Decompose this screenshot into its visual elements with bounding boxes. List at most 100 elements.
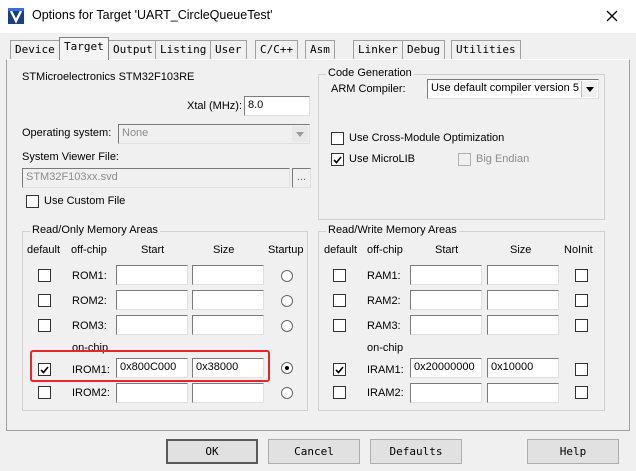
svd-file-input[interactable]: STM32F103xx.svd (22, 168, 290, 188)
ram1-noinit-checkbox[interactable] (575, 269, 588, 282)
rom3-startup-radio[interactable] (281, 320, 293, 332)
iram2-size-input[interactable] (487, 383, 559, 403)
window-title: Options for Target 'UART_CircleQueueTest… (32, 8, 273, 22)
tab-utilities[interactable]: Utilities (451, 40, 521, 59)
tab-user[interactable]: User (210, 40, 247, 59)
rom1-size-input[interactable] (192, 265, 264, 285)
ram3-noinit-checkbox[interactable] (575, 319, 588, 332)
rom3-label: ROM3: (72, 320, 107, 332)
ram-header-default: default (324, 244, 358, 256)
cancel-button[interactable]: Cancel (268, 439, 360, 464)
ram2-noinit-checkbox[interactable] (575, 294, 588, 307)
tab-c-cpp[interactable]: C/C++ (255, 40, 299, 59)
ram-areas-legend: Read/Write Memory Areas (326, 224, 459, 236)
rom2-size-input[interactable] (192, 290, 264, 310)
tab-output[interactable]: Output (108, 40, 158, 59)
rom-header-start: Start (141, 244, 165, 256)
rom2-startup-radio[interactable] (281, 295, 293, 307)
irom2-start-input[interactable] (116, 383, 188, 403)
chevron-down-icon (292, 126, 308, 142)
iram1-start-input[interactable]: 0x20000000 (410, 358, 482, 378)
rom1-startup-radio[interactable] (281, 270, 293, 282)
tab-listing[interactable]: Listing (155, 40, 212, 59)
rom-header-startup: Startup (268, 244, 304, 256)
tab-target[interactable]: Target (59, 37, 109, 60)
rom1-default-checkbox[interactable] (38, 269, 51, 282)
cross-module-opt-label: Use Cross-Module Optimization (349, 132, 505, 144)
irom1-startup-radio[interactable] (281, 362, 293, 374)
arm-compiler-value: Use default compiler version 5 (431, 82, 579, 94)
big-endian-checkbox[interactable] (458, 153, 471, 166)
tab-device[interactable]: Device (10, 40, 60, 59)
iram1-size-input[interactable]: 0x10000 (487, 358, 559, 378)
ok-button[interactable]: OK (166, 439, 258, 464)
rom-header-default: default (27, 244, 61, 256)
irom2-startup-radio[interactable] (281, 387, 293, 399)
rom1-start-input[interactable] (116, 265, 188, 285)
rom-header-size: Size (213, 244, 235, 256)
check-icon (335, 365, 344, 374)
chevron-down-icon (581, 81, 597, 97)
defaults-button[interactable]: Defaults (370, 439, 462, 464)
ram3-size-input[interactable] (487, 315, 559, 335)
ram2-default-checkbox[interactable] (333, 294, 346, 307)
ram1-label: RAM1: (367, 270, 401, 282)
irom2-label: IROM2: (72, 387, 110, 399)
rom-header-offchip: off-chip (71, 244, 107, 256)
help-button[interactable]: Help (527, 439, 619, 464)
rom2-label: ROM2: (72, 295, 107, 307)
ram-onchip-label: on-chip (367, 342, 404, 354)
iram2-label: IRAM2: (367, 387, 404, 399)
ram3-label: RAM3: (367, 320, 401, 332)
ram3-start-input[interactable] (410, 315, 482, 335)
tab-asm[interactable]: Asm (305, 40, 335, 59)
irom2-size-input[interactable] (192, 383, 264, 403)
iram2-start-input[interactable] (410, 383, 482, 403)
device-name: STMicroelectronics STM32F103RE (22, 71, 195, 83)
xtal-input[interactable]: 8.0 (244, 96, 310, 116)
ram2-size-input[interactable] (487, 290, 559, 310)
iram2-default-checkbox[interactable] (333, 386, 346, 399)
app-icon (8, 8, 24, 24)
tab-linker[interactable]: Linker (353, 40, 403, 59)
code-generation-legend: Code Generation (326, 67, 414, 79)
os-label: Operating system: (22, 127, 112, 139)
use-custom-file-label: Use Custom File (44, 195, 126, 207)
ram-header-noinit: NoInit (564, 244, 593, 256)
os-select[interactable]: None (118, 124, 310, 144)
ram1-size-input[interactable] (487, 265, 559, 285)
ram2-label: RAM2: (367, 295, 401, 307)
rom3-start-input[interactable] (116, 315, 188, 335)
tab-debug[interactable]: Debug (402, 40, 446, 59)
rom-areas-legend: Read/Only Memory Areas (30, 224, 160, 236)
rom2-default-checkbox[interactable] (38, 294, 51, 307)
irom1-highlight-annotation (30, 350, 270, 382)
ram3-default-checkbox[interactable] (333, 319, 346, 332)
os-select-value: None (122, 127, 149, 139)
iram1-default-checkbox[interactable] (333, 363, 346, 376)
svd-browse-button[interactable]: ... (292, 168, 311, 188)
big-endian-label: Big Endian (476, 153, 530, 165)
ram2-start-input[interactable] (410, 290, 482, 310)
arm-compiler-select[interactable]: Use default compiler version 5 (427, 79, 599, 99)
iram2-noinit-checkbox[interactable] (575, 386, 588, 399)
ram1-default-checkbox[interactable] (333, 269, 346, 282)
ram1-start-input[interactable] (410, 265, 482, 285)
svd-label: System Viewer File: (22, 151, 119, 163)
cross-module-opt-checkbox[interactable] (331, 132, 344, 145)
use-microlib-checkbox[interactable] (331, 153, 344, 166)
close-icon[interactable] (598, 3, 626, 29)
use-microlib-label: Use MicroLIB (349, 153, 416, 165)
check-icon (333, 155, 342, 164)
rom1-label: ROM1: (72, 270, 107, 282)
iram1-label: IRAM1: (367, 364, 404, 376)
irom2-default-checkbox[interactable] (38, 386, 51, 399)
use-custom-file-checkbox[interactable] (26, 195, 39, 208)
ram-header-size: Size (510, 244, 532, 256)
rom3-default-checkbox[interactable] (38, 319, 51, 332)
rom2-start-input[interactable] (116, 290, 188, 310)
ram-header-start: Start (435, 244, 459, 256)
rom3-size-input[interactable] (192, 315, 264, 335)
arm-compiler-label: ARM Compiler: (331, 83, 406, 95)
iram1-noinit-checkbox[interactable] (575, 363, 588, 376)
